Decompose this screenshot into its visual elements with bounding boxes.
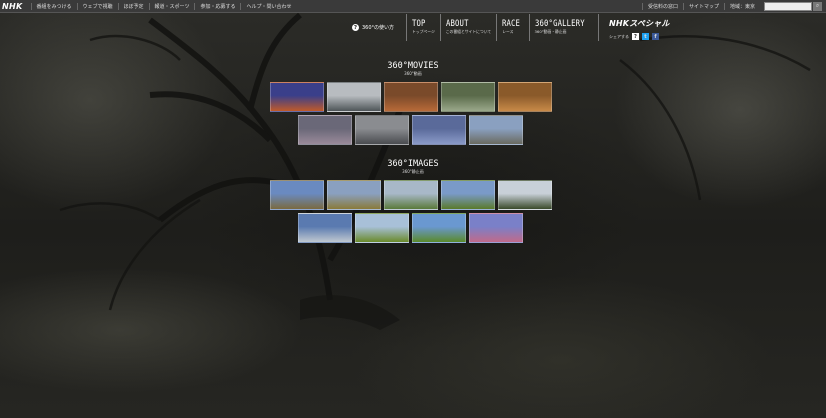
facebook-icon[interactable]: f: [652, 33, 659, 40]
twitter-icon[interactable]: t: [642, 33, 649, 40]
global-nav-region[interactable]: 地域：東京: [723, 2, 760, 10]
nav-about-label: ABOUT: [445, 19, 469, 29]
nav-about-sub: この番組とサイトについて: [445, 29, 492, 34]
global-nav-schedule[interactable]: ほぼ予定: [117, 2, 149, 10]
nav-top-sub: トップページ: [412, 29, 435, 34]
image-9-thumbnail[interactable]: [469, 213, 523, 243]
nav-race-sub: レース: [502, 29, 514, 34]
global-nav-find[interactable]: 番組をみつける: [30, 2, 77, 10]
global-nav-fee[interactable]: 受信料の窓口: [641, 2, 683, 10]
search-icon[interactable]: ⌕: [813, 1, 822, 11]
site-nav: TOP トップページ ABOUT この番組とサイトについて RACE レース 3…: [406, 14, 599, 41]
images-title: 360°IMAGES: [387, 159, 439, 169]
movies-title: 360°MOVIES: [387, 61, 439, 71]
movie-7-thumbnail[interactable]: [355, 115, 409, 145]
image-7-thumbnail[interactable]: [355, 213, 409, 243]
nav-race-label: RACE: [502, 19, 521, 29]
nhk-global-bar: NHK 番組をみつける ウェブで視聴 ほぼ予定 報道・スポーツ 参加・応募する …: [0, 0, 826, 13]
image-3-thumbnail[interactable]: [384, 180, 438, 210]
nav-top-label: TOP: [412, 19, 426, 29]
brand: NHKスペシャル シェアする ? t f: [609, 18, 670, 40]
image-2-thumbnail[interactable]: [327, 180, 381, 210]
image-6-thumbnail[interactable]: [298, 213, 352, 243]
movie-3-thumbnail[interactable]: [384, 82, 438, 112]
movie-1-thumbnail[interactable]: [270, 82, 324, 112]
share-bar: シェアする ? t f: [609, 33, 670, 40]
nav-top[interactable]: TOP トップページ: [406, 14, 440, 41]
nav-gallery-label: 360°GALLERY: [534, 19, 585, 29]
movies-subtitle: 360°動画: [404, 71, 422, 76]
image-8-thumbnail[interactable]: [412, 213, 466, 243]
share-label: シェアする: [609, 33, 629, 39]
movie-2-thumbnail[interactable]: [327, 82, 381, 112]
movie-4-thumbnail[interactable]: [441, 82, 495, 112]
site-header: ? 360°の使い方 TOP トップページ ABOUT この番組とサイトについて…: [352, 14, 670, 41]
global-nav-participate[interactable]: 参加・応募する: [194, 2, 240, 10]
nav-about[interactable]: ABOUT この番組とサイトについて: [439, 14, 496, 41]
image-5-thumbnail[interactable]: [498, 180, 552, 210]
movie-6-thumbnail[interactable]: [298, 115, 352, 145]
global-nav-sitemap[interactable]: サイトマップ: [682, 2, 724, 10]
movie-5-thumbnail[interactable]: [498, 82, 552, 112]
movie-9-thumbnail[interactable]: [469, 115, 523, 145]
nav-race[interactable]: RACE レース: [496, 14, 528, 41]
how-to-button[interactable]: ? 360°の使い方: [352, 24, 394, 31]
nhk-logo[interactable]: NHK: [0, 2, 31, 11]
image-4-thumbnail[interactable]: [441, 180, 495, 210]
help-icon: ?: [352, 24, 359, 31]
nhk-special-logo[interactable]: NHKスペシャル: [609, 18, 670, 29]
share-help-icon[interactable]: ?: [632, 33, 639, 40]
search-input[interactable]: [764, 1, 812, 11]
images-heading: 360°IMAGES 360°静止画: [0, 159, 826, 175]
global-nav-help[interactable]: ヘルプ・問い合わせ: [240, 2, 296, 10]
nav-gallery[interactable]: 360°GALLERY 360°動画・静止画: [528, 14, 599, 41]
movies-heading: 360°MOVIES 360°動画: [0, 61, 826, 77]
image-1-thumbnail[interactable]: [270, 180, 324, 210]
global-nav-news[interactable]: 報道・スポーツ: [148, 2, 195, 10]
movie-8-thumbnail[interactable]: [412, 115, 466, 145]
nav-gallery-sub: 360°動画・静止画: [534, 29, 567, 34]
how-to-label: 360°の使い方: [362, 25, 395, 31]
images-subtitle: 360°静止画: [402, 169, 424, 174]
global-nav-watch[interactable]: ウェブで視聴: [76, 2, 118, 10]
